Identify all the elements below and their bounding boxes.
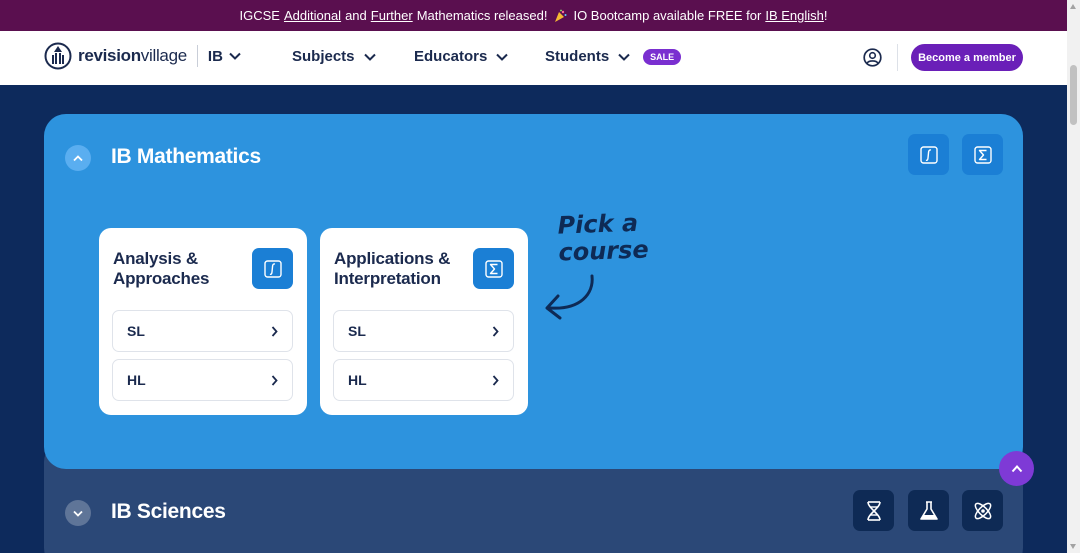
party-popper-icon xyxy=(555,9,567,22)
additional-link[interactable]: Additional xyxy=(284,8,341,23)
nav-educators-label: Educators xyxy=(414,48,488,65)
logo-mark-icon xyxy=(44,42,72,70)
scroll-up-arrow-icon[interactable] xyxy=(1070,4,1076,9)
chevron-down-icon xyxy=(618,53,630,61)
course-title-line: Analysis & xyxy=(113,249,198,268)
scrollbar-thumb[interactable] xyxy=(1070,65,1077,125)
logo-bold: revision xyxy=(78,46,141,65)
announcement-and: and xyxy=(345,8,367,23)
dna-icon xyxy=(853,490,894,531)
main-navbar: revisionvillage IB Subjects Educators St… xyxy=(0,31,1067,85)
level-label: HL xyxy=(127,372,146,388)
level-label: SL xyxy=(127,323,145,339)
chevron-down-icon xyxy=(363,53,376,61)
integral-icon xyxy=(252,248,293,289)
course-title: Analysis & Approaches xyxy=(113,249,209,289)
logo-thin: village xyxy=(140,46,187,65)
hint-line: course xyxy=(557,235,650,267)
applications-hl-button[interactable]: HL xyxy=(333,359,514,401)
curved-arrow-icon xyxy=(545,274,594,320)
ib-english-link[interactable]: IB English xyxy=(765,8,824,23)
course-card-applications: Applications & Interpretation SL HL xyxy=(320,228,528,415)
nav-subjects-label: Subjects xyxy=(292,48,355,65)
logo-wordmark: revisionvillage xyxy=(78,46,187,66)
nav-educators[interactable]: Educators xyxy=(414,48,509,65)
curriculum-label: IB xyxy=(207,47,223,65)
announcement-bootcamp: IO Bootcamp available FREE for xyxy=(573,8,762,23)
course-title-line: Interpretation xyxy=(334,269,441,288)
announcement-prefix: IGCSE xyxy=(239,8,280,23)
logo[interactable]: revisionvillage IB xyxy=(44,42,241,70)
curriculum-selector[interactable]: IB xyxy=(208,48,241,65)
chevron-right-icon xyxy=(271,374,278,386)
analysis-hl-button[interactable]: HL xyxy=(112,359,293,401)
level-label: HL xyxy=(348,372,367,388)
become-member-button[interactable]: Become a member xyxy=(911,44,1023,71)
analysis-sl-button[interactable]: SL xyxy=(112,310,293,352)
logo-separator xyxy=(196,45,198,67)
chevron-up-icon xyxy=(1011,464,1022,472)
nav-subjects[interactable]: Subjects xyxy=(292,48,376,65)
further-link[interactable]: Further xyxy=(371,8,413,23)
page-scrollbar[interactable] xyxy=(1067,0,1080,553)
mathematics-collapse-button[interactable] xyxy=(65,145,91,171)
course-title: Applications & Interpretation xyxy=(334,249,450,289)
pick-a-course-hint: Pick a course xyxy=(557,209,650,267)
user-account-icon[interactable] xyxy=(863,48,882,67)
sigma-icon xyxy=(962,134,1003,175)
announcement-suffix: ! xyxy=(823,8,828,23)
chevron-right-icon xyxy=(492,325,499,337)
level-label: SL xyxy=(348,323,366,339)
applications-sl-button[interactable]: SL xyxy=(333,310,514,352)
course-title-line: Approaches xyxy=(113,269,210,288)
scroll-to-top-button[interactable] xyxy=(999,451,1034,486)
nav-students-label: Students xyxy=(545,48,610,65)
chevron-down-icon xyxy=(496,53,509,61)
flask-icon xyxy=(908,490,949,531)
nav-students[interactable]: Students SALE xyxy=(545,48,682,65)
integral-icon xyxy=(908,134,949,175)
atom-icon xyxy=(962,490,1003,531)
sciences-title: IB Sciences xyxy=(111,500,226,523)
sale-badge: SALE xyxy=(643,48,682,65)
announcement-middle: Mathematics released! xyxy=(416,8,548,23)
course-title-line: Applications & xyxy=(334,249,451,268)
mathematics-title: IB Mathematics xyxy=(111,145,261,168)
chevron-down-icon xyxy=(73,510,83,517)
scroll-down-arrow-icon[interactable] xyxy=(1070,544,1076,549)
nav-separator xyxy=(897,44,898,71)
sciences-expand-button[interactable] xyxy=(65,500,91,526)
chevron-right-icon xyxy=(492,374,499,386)
chevron-right-icon xyxy=(271,325,278,337)
course-card-analysis: Analysis & Approaches SL HL xyxy=(99,228,307,415)
sigma-icon xyxy=(473,248,514,289)
announcement-bar: IGCSE Additional and Further Mathematics… xyxy=(0,0,1067,31)
chevron-down-icon xyxy=(229,52,241,60)
chevron-up-icon xyxy=(73,154,83,161)
